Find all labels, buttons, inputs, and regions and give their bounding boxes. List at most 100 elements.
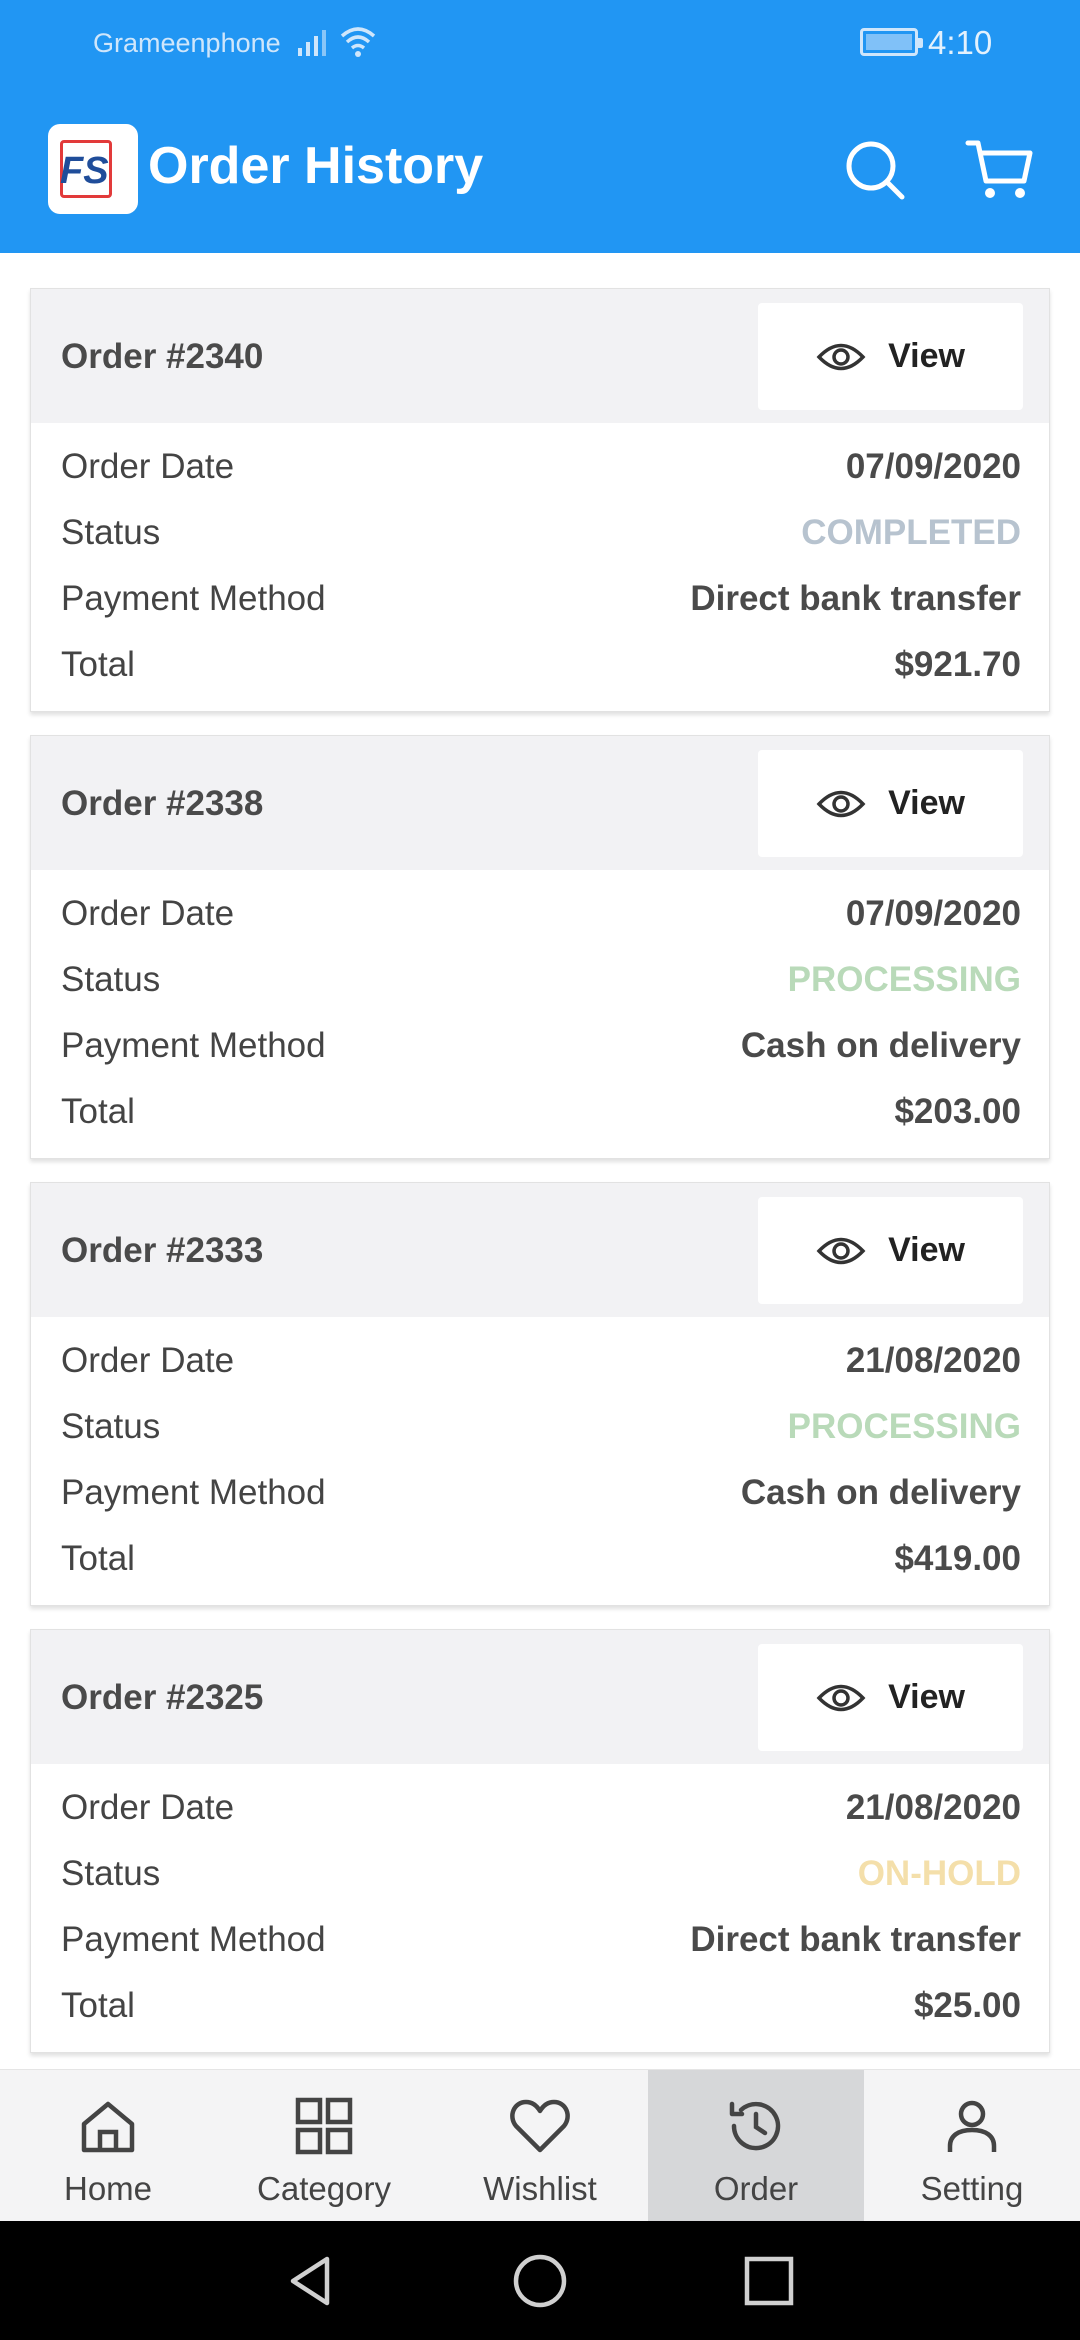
- nav-wishlist[interactable]: Wishlist: [432, 2070, 648, 2222]
- bottom-navigation: Home Category Wishlist Order Setting: [0, 2069, 1080, 2222]
- order-card-header: Order #2338 View: [31, 736, 1049, 870]
- order-card: Order #2340 View Order Date 07/09/2020 S…: [30, 288, 1050, 712]
- total-value: $419.00: [894, 1539, 1021, 1578]
- order-date-label: Order Date: [61, 447, 235, 486]
- payment-method-value: Cash on delivery: [740, 1026, 1021, 1065]
- eye-icon: [816, 1684, 866, 1711]
- payment-method-row: Payment Method Direct bank transfer: [61, 1910, 1021, 1964]
- search-icon[interactable]: [836, 131, 912, 207]
- payment-method-value: Cash on delivery: [740, 1473, 1021, 1512]
- app-header: FS Order History: [0, 86, 1080, 253]
- system-navigation-bar: [0, 2221, 1080, 2340]
- status-row: Status ON-HOLD: [61, 1844, 1021, 1898]
- order-date-label: Order Date: [61, 1788, 235, 1827]
- total-value: $25.00: [913, 1986, 1021, 2025]
- view-order-button[interactable]: View: [758, 1197, 1023, 1304]
- nav-label: Category: [257, 2170, 391, 2207]
- view-order-button[interactable]: View: [758, 1644, 1023, 1751]
- home-icon: [81, 2101, 135, 2153]
- payment-method-label: Payment Method: [61, 579, 326, 618]
- view-label: View: [888, 1231, 965, 1269]
- back-icon[interactable]: [283, 2251, 339, 2311]
- order-date-value: 21/08/2020: [845, 1341, 1021, 1380]
- app-logo[interactable]: FS: [48, 124, 138, 214]
- eye-icon: [816, 1237, 866, 1264]
- top-bar: Grameenphone 4:10 FS Order History: [0, 0, 1080, 253]
- order-date-value: 07/09/2020: [845, 447, 1021, 486]
- history-icon: [729, 2101, 781, 2151]
- battery-icon: [860, 28, 923, 56]
- order-number: Order #2325: [61, 1678, 264, 1717]
- payment-method-label: Payment Method: [61, 1920, 326, 1959]
- payment-method-row: Payment Method Direct bank transfer: [61, 569, 1021, 623]
- status-label: Status: [61, 1407, 161, 1446]
- clock: 4:10: [928, 24, 993, 61]
- view-label: View: [888, 784, 965, 822]
- wifi-icon: [340, 27, 376, 57]
- page-title: Order History: [148, 137, 484, 195]
- order-list[interactable]: Order #2340 View Order Date 07/09/2020 S…: [0, 253, 1080, 2069]
- nav-label: Order: [713, 2170, 799, 2207]
- order-date-label: Order Date: [61, 894, 235, 933]
- total-label: Total: [61, 1539, 135, 1578]
- total-row: Total $203.00: [61, 1082, 1021, 1136]
- view-label: View: [888, 337, 965, 375]
- order-date-row: Order Date 21/08/2020: [61, 1331, 1021, 1385]
- status-bar: Grameenphone 4:10: [0, 0, 1080, 86]
- total-row: Total $921.70: [61, 635, 1021, 689]
- nav-label: Wishlist: [483, 2170, 597, 2207]
- nav-home[interactable]: Home: [0, 2070, 216, 2222]
- order-number: Order #2340: [61, 337, 264, 376]
- view-label: View: [888, 1678, 965, 1716]
- total-label: Total: [61, 645, 135, 684]
- status-row: Status PROCESSING: [61, 1397, 1021, 1451]
- grid-icon: [295, 2097, 353, 2155]
- cart-icon[interactable]: [962, 131, 1038, 207]
- total-label: Total: [61, 1092, 135, 1131]
- payment-method-value: Direct bank transfer: [690, 1920, 1021, 1959]
- carrier-name: Grameenphone: [93, 28, 281, 58]
- total-value: $203.00: [894, 1092, 1021, 1131]
- status-value: COMPLETED: [801, 513, 1021, 552]
- status-value: PROCESSING: [787, 1407, 1021, 1446]
- order-date-row: Order Date 07/09/2020: [61, 884, 1021, 938]
- status-label: Status: [61, 960, 161, 999]
- payment-method-row: Payment Method Cash on delivery: [61, 1016, 1021, 1070]
- user-icon: [947, 2100, 997, 2152]
- home-circle-icon[interactable]: [510, 2251, 570, 2311]
- order-number: Order #2338: [61, 784, 264, 823]
- total-row: Total $25.00: [61, 1976, 1021, 2030]
- order-date-row: Order Date 07/09/2020: [61, 437, 1021, 491]
- order-card: Order #2333 View Order Date 21/08/2020 S…: [30, 1182, 1050, 1606]
- payment-method-label: Payment Method: [61, 1026, 326, 1065]
- total-label: Total: [61, 1986, 135, 2025]
- eye-icon: [816, 790, 866, 817]
- recents-icon[interactable]: [741, 2251, 797, 2311]
- status-label: Status: [61, 513, 161, 552]
- order-date-label: Order Date: [61, 1341, 235, 1380]
- nav-label: Home: [63, 2170, 153, 2207]
- nav-label: Setting: [920, 2170, 1024, 2207]
- nav-order[interactable]: Order: [648, 2070, 864, 2222]
- status-row: Status PROCESSING: [61, 950, 1021, 1004]
- payment-method-label: Payment Method: [61, 1473, 326, 1512]
- payment-method-value: Direct bank transfer: [690, 579, 1021, 618]
- nav-category[interactable]: Category: [216, 2070, 432, 2222]
- status-value: ON-HOLD: [857, 1854, 1021, 1893]
- order-card: Order #2325 View Order Date 21/08/2020 S…: [30, 1629, 1050, 2053]
- order-card-header: Order #2333 View: [31, 1183, 1049, 1317]
- order-date-value: 07/09/2020: [845, 894, 1021, 933]
- heart-icon: [510, 2099, 570, 2153]
- status-value: PROCESSING: [787, 960, 1021, 999]
- total-row: Total $419.00: [61, 1529, 1021, 1583]
- eye-icon: [816, 343, 866, 370]
- payment-method-row: Payment Method Cash on delivery: [61, 1463, 1021, 1517]
- status-label: Status: [61, 1854, 161, 1893]
- order-card-header: Order #2340 View: [31, 289, 1049, 423]
- nav-setting[interactable]: Setting: [864, 2070, 1080, 2222]
- order-date-value: 21/08/2020: [845, 1788, 1021, 1827]
- view-order-button[interactable]: View: [758, 303, 1023, 410]
- logo-text: FS: [60, 150, 109, 192]
- view-order-button[interactable]: View: [758, 750, 1023, 857]
- status-row: Status COMPLETED: [61, 503, 1021, 557]
